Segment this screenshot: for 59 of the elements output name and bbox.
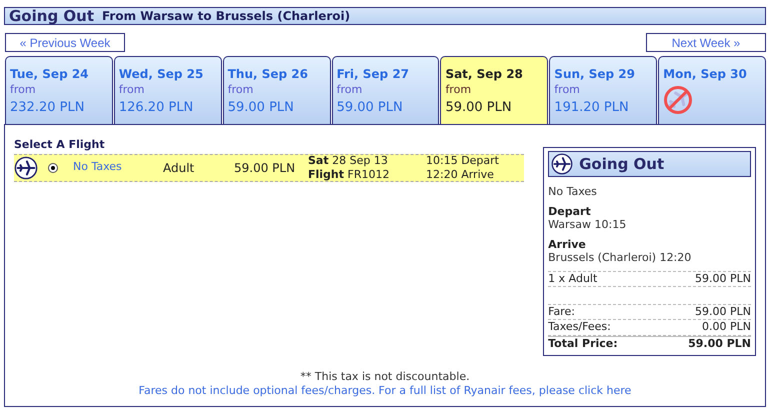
day-date: Fri, Sep 27: [336, 66, 410, 83]
from-label: from: [118, 83, 144, 96]
line-label: Fare:: [548, 304, 575, 320]
summary-title: Going Out: [579, 154, 664, 175]
radio-button[interactable]: [48, 162, 58, 172]
from-label: from: [445, 83, 472, 96]
fare-type: No Taxes: [73, 159, 123, 176]
total-value: 59.00 PLN: [688, 336, 751, 351]
depart-value: Warsaw 10:15: [548, 218, 626, 232]
day-date: Tue, Sep 24: [10, 66, 89, 83]
fees-link[interactable]: Fares do not include optional fees/charges. For a full list of Ryanair fees, please click here: [138, 384, 632, 399]
arrive-time: 12:20 Arrive: [426, 168, 494, 181]
no-flights-icon: [663, 85, 694, 115]
arrive-label: Arrive: [548, 238, 586, 251]
day-date: Wed, Sep 25: [118, 66, 204, 83]
day-price: 59.00 PLN: [445, 99, 512, 118]
next-week-link[interactable]: Next Week »: [646, 33, 766, 52]
day-date: Sat, Sep 28: [445, 66, 523, 83]
previous-week-link[interactable]: « Previous Week: [5, 33, 125, 52]
flight-price: 59.00 PLN: [234, 160, 296, 176]
section-heading: Select A Flight: [14, 137, 105, 153]
from-label: from: [10, 83, 36, 96]
passenger-type: Adult: [163, 160, 196, 176]
line-value: 0.00 PLN: [702, 320, 751, 335]
from-label: from: [228, 83, 254, 96]
day-price: 191.20 PLN: [554, 99, 629, 118]
day-price: 126.20 PLN: [118, 99, 194, 118]
line-label: 1 x Adult: [548, 272, 598, 286]
route-title: From Warsaw to Brussels (Charleroi): [102, 8, 350, 25]
line-label: Taxes/Fees:: [548, 320, 611, 335]
day-price: 59.00 PLN: [336, 99, 403, 118]
day-tab[interactable]: Thu, Sep 26 from 59.00 PLN: [222, 56, 331, 124]
total-label: Total Price:: [548, 336, 618, 351]
line-value: 59.00 PLN: [695, 272, 751, 286]
day-tab[interactable]: Sat, Sep 28 from 59.00 PLN: [440, 56, 548, 124]
day-price: 232.20 PLN: [10, 99, 84, 118]
tax-note: ** This tax is not discountable.: [300, 370, 470, 384]
day-tab[interactable]: Sun, Sep 29 from 191.20 PLN: [549, 56, 658, 124]
flight-row[interactable]: No Taxes Adult 59.00 PLN Sat 28 Sep 13 Flight FR1012 10:15 Depart 12:20 Arrive: [14, 154, 524, 182]
from-label: from: [554, 83, 580, 96]
fare-type: No Taxes: [548, 185, 597, 199]
day-date: Thu, Sep 26: [228, 66, 308, 83]
from-label: from: [336, 83, 362, 96]
day-tab[interactable]: Tue, Sep 24 from 232.20 PLN: [5, 56, 113, 124]
depart-time: 10:15 Depart: [426, 154, 499, 168]
day-date: Mon, Sep 30: [663, 66, 747, 83]
flight-date: Sat 28 Sep 13: [308, 154, 388, 168]
line-value: 59.00 PLN: [695, 304, 751, 320]
depart-label: Depart: [548, 204, 591, 218]
day-tab[interactable]: Wed, Sep 25 from 126.20 PLN: [114, 56, 222, 124]
airplane-icon: [551, 153, 574, 175]
flight-number: Flight FR1012: [308, 168, 390, 181]
day-price: 59.00 PLN: [228, 99, 294, 118]
arrive-value: Brussels (Charleroi) 12:20: [548, 250, 692, 265]
airplane-icon: [14, 156, 38, 180]
day-date: Sun, Sep 29: [554, 66, 636, 83]
page-title: Going Out: [9, 8, 94, 24]
day-tab[interactable]: Mon, Sep 30: [658, 56, 766, 124]
day-tab[interactable]: Fri, Sep 27 from 59.00 PLN: [332, 56, 440, 124]
